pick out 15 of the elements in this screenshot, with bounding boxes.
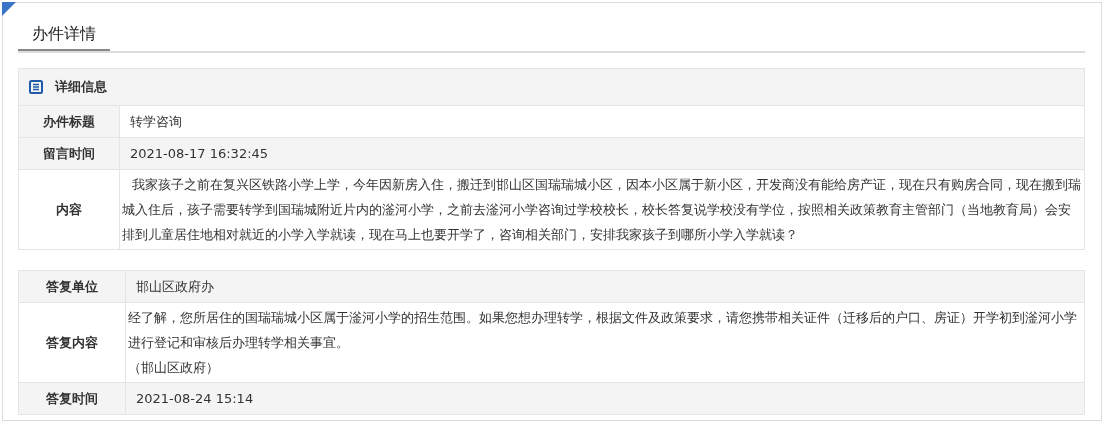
field-value: 转学咨询 — [130, 114, 183, 129]
field-label: 办件标题 — [19, 106, 120, 137]
field-value: 2021-08-17 16:32:45 — [130, 146, 270, 161]
field-value: 我家孩子之前在复兴区铁路小学上学，今年因新房入住，搬迁到邯山区国瑞瑞城小区，因本小区属于新小区，开发商没有能给房产证，现在只有购房合同，现在搬到瑞城入住后，孩子需要转学到国瑞城附近片内的滏河小学，之前去滏河小学咨询过学校校长，校长答复说学校没有学位，按照相关政策教育主管部门（当地教育局）会安排到儿童居住地相对就近的小学入学就读，现在马上也要开学了，咨询相关部门，安排我家孩子到哪所小学入学就读？ — [122, 176, 1082, 244]
field-value: 2021-08-24 15:14 — [136, 391, 255, 406]
field-label: 答复时间 — [19, 383, 126, 414]
field-value: （邯山区政府） — [128, 359, 220, 377]
field-label: 答复单位 — [19, 271, 126, 302]
section-title: 详细信息 — [55, 78, 107, 96]
field-value: 经了解，您所居住的国瑞瑞城小区属于滏河小学的招生范围。如果您想办理转学，根据文件及政策要求，请您携带相关证件（迁移后的户口、房证）开学初到滏河小学进行登记和审核后办理转学相关事宜。 — [128, 309, 1078, 352]
field-value: 邯山区政府办 — [136, 279, 215, 294]
page-heading: 办件详情 — [18, 19, 110, 51]
field-label: 留言时间 — [19, 138, 120, 169]
corner-triangle-icon — [2, 2, 16, 16]
document-icon — [29, 80, 43, 94]
